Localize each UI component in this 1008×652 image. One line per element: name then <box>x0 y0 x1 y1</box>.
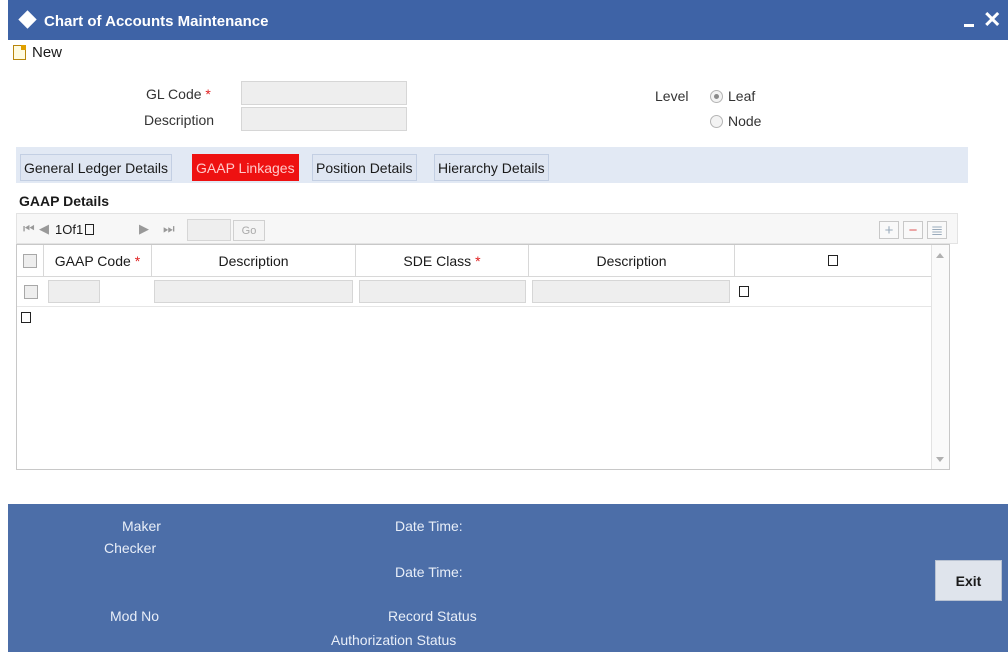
maker-date-time-label: Date Time: <box>395 518 463 534</box>
level-option-leaf[interactable]: Leaf <box>710 88 755 104</box>
select-all-checkbox[interactable] <box>23 253 37 268</box>
gl-code-label: GL Code * <box>146 86 211 102</box>
gaap-description-input[interactable] <box>154 280 353 303</box>
pagination-text: 1Of1 <box>55 222 84 237</box>
column-header-extra <box>735 245 931 276</box>
last-page-icon[interactable]: ⏭ <box>163 221 175 237</box>
single-view-icon[interactable]: ≣ <box>927 221 947 239</box>
sde-description-input[interactable] <box>532 280 730 303</box>
placeholder-box-icon <box>21 312 31 323</box>
column-header-sde-description[interactable]: Description <box>529 245 735 276</box>
window-title-bar: Chart of Accounts Maintenance ✕ <box>8 0 1008 40</box>
row-checkbox-cell <box>24 285 38 299</box>
level-option-node[interactable]: Node <box>710 113 761 129</box>
prev-page-icon[interactable]: ◀ <box>39 221 49 237</box>
page-number-input[interactable] <box>187 219 231 241</box>
sde-class-header-label: SDE Class <box>403 252 472 269</box>
add-row-icon[interactable]: + <box>879 221 899 239</box>
maker-label: Maker <box>122 518 161 534</box>
row-checkbox[interactable] <box>24 285 38 299</box>
grid-empty-marker <box>21 312 31 323</box>
grid-header: GAAP Code * Description SDE Class * Desc… <box>17 245 931 277</box>
column-header-description[interactable]: Description <box>152 245 356 276</box>
required-mark: * <box>475 252 481 269</box>
gaap-code-input[interactable] <box>48 280 100 303</box>
minimize-icon[interactable] <box>964 24 974 27</box>
required-mark: * <box>205 86 211 102</box>
required-mark: * <box>134 252 141 269</box>
close-icon[interactable]: ✕ <box>983 9 1001 31</box>
select-all-cell <box>17 245 44 276</box>
record-status-label: Record Status <box>388 608 477 624</box>
tab-strip: General Ledger Details GAAP Linkages Pos… <box>16 147 968 183</box>
checker-label: Checker <box>104 540 157 556</box>
tab-position-details[interactable]: Position Details <box>312 154 417 181</box>
level-option-leaf-label: Leaf <box>728 88 756 104</box>
grid-toolbar: ⏮ ◀ 1Of1 ▶ ⏭ Go + − ≣ <box>16 213 958 244</box>
column-header-gaap-code[interactable]: GAAP Code * <box>44 245 152 276</box>
tab-general-ledger-details[interactable]: General Ledger Details <box>20 154 172 181</box>
table-row <box>17 277 931 307</box>
placeholder-box-icon <box>739 286 749 297</box>
radio-selected-icon[interactable] <box>710 89 723 103</box>
exit-button[interactable]: Exit <box>935 560 1002 601</box>
column-header-sde-class[interactable]: SDE Class * <box>356 245 529 276</box>
new-button-label: New <box>32 44 63 61</box>
page-box-icon <box>85 223 94 238</box>
level-label: Level <box>655 88 689 104</box>
gl-code-field[interactable] <box>241 81 407 105</box>
description-field[interactable] <box>241 107 407 131</box>
radio-unselected-icon[interactable] <box>710 114 723 128</box>
gaap-details-grid: GAAP Code * Description SDE Class * Desc… <box>16 244 950 470</box>
delete-row-icon[interactable]: − <box>903 221 923 239</box>
gl-code-label-text: GL Code <box>146 86 202 102</box>
tab-gaap-linkages[interactable]: GAAP Linkages <box>192 154 299 181</box>
placeholder-box-icon <box>828 255 838 266</box>
first-page-icon[interactable]: ⏮ <box>23 221 35 237</box>
scroll-down-icon[interactable] <box>936 457 944 462</box>
checker-date-time-label: Date Time: <box>395 564 463 580</box>
tab-hierarchy-details[interactable]: Hierarchy Details <box>434 154 549 181</box>
next-page-icon[interactable]: ▶ <box>139 221 149 237</box>
row-extra-cell <box>739 286 749 297</box>
mod-no-label: Mod No <box>110 608 160 624</box>
authorization-status-label: Authorization Status <box>331 632 457 648</box>
description-label: Description <box>144 112 215 128</box>
sde-class-input[interactable] <box>359 280 526 303</box>
new-document-icon <box>13 45 26 60</box>
vertical-scrollbar[interactable] <box>931 245 949 469</box>
new-button[interactable]: New <box>13 44 62 61</box>
scroll-up-icon[interactable] <box>936 253 944 258</box>
window-left-border <box>0 0 8 652</box>
go-button[interactable]: Go <box>233 220 265 241</box>
toolbar: New <box>8 40 1008 66</box>
section-title: GAAP Details <box>19 193 109 209</box>
window-title: Chart of Accounts Maintenance <box>44 13 269 30</box>
gaap-code-header-label: GAAP Code <box>54 252 131 269</box>
level-option-node-label: Node <box>728 113 762 129</box>
audit-footer: Maker Checker Mod No Date Time: Date Tim… <box>8 504 1008 652</box>
app-diamond-icon <box>18 10 37 29</box>
